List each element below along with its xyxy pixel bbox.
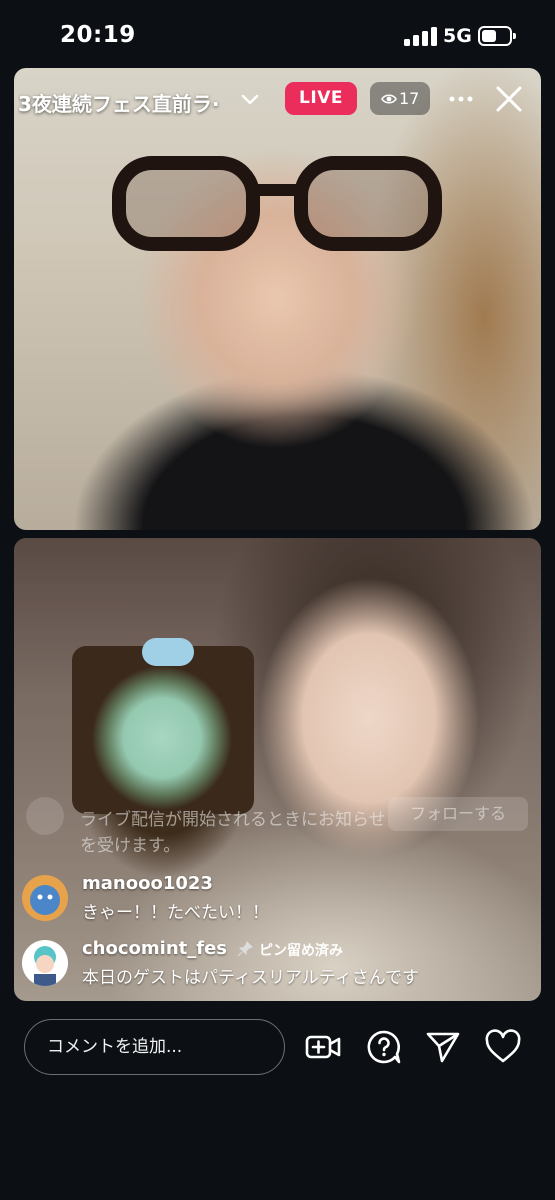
chevron-down-icon[interactable]: [241, 91, 259, 109]
viewer-count-badge[interactable]: 17: [370, 82, 430, 115]
follow-notification: ライブ配信が開始されるときにお知らせを受けます。 フォローする: [22, 793, 532, 863]
comment-message: きゃー！！たべたい！！: [82, 903, 269, 923]
battery-icon: [478, 26, 516, 46]
stream-title[interactable]: 3夜連続フェス直前ラ·: [18, 88, 242, 117]
pinned-comment-item[interactable]: chocomint_fes ピン留め済み 本日のゲストはパティスリアルティさんで…: [22, 938, 532, 990]
add-video-icon[interactable]: [305, 1029, 341, 1065]
guest-video: [14, 538, 541, 1001]
cake-shape: [72, 646, 254, 814]
glasses-shape: [112, 156, 442, 256]
comment-username[interactable]: manooo1023: [82, 873, 213, 894]
follow-button[interactable]: フォローする: [388, 797, 528, 831]
viewer-count: 17: [399, 89, 420, 108]
live-badge: LIVE: [285, 82, 357, 115]
pinned-label: ピン留め済み: [259, 943, 343, 959]
eye-icon: [381, 94, 397, 104]
comment-input[interactable]: [24, 1019, 285, 1075]
status-bar: 20:19 5G: [0, 0, 555, 66]
avatar[interactable]: [22, 940, 68, 986]
bell-icon: [26, 797, 64, 835]
comment-message: 本日のゲストはパティスリアルティさんです: [82, 968, 419, 988]
signal-icon: [404, 26, 438, 46]
pin-icon: [237, 941, 253, 957]
follow-notification-text: ライブ配信が開始されるときにお知らせを受けます。: [80, 810, 386, 856]
cake-topping-shape: [142, 638, 194, 666]
comment-username[interactable]: chocomint_fes: [82, 938, 227, 959]
send-icon[interactable]: [425, 1029, 461, 1065]
host-video: [14, 68, 541, 530]
close-icon[interactable]: [494, 84, 524, 114]
status-time: 20:19: [60, 22, 136, 48]
avatar[interactable]: [22, 875, 68, 921]
comment-item[interactable]: manooo1023 きゃー！！たべたい！！: [22, 873, 532, 925]
more-options-icon[interactable]: [446, 87, 476, 111]
question-icon[interactable]: [366, 1029, 402, 1065]
heart-icon[interactable]: [485, 1029, 521, 1065]
network-label: 5G: [443, 25, 472, 47]
